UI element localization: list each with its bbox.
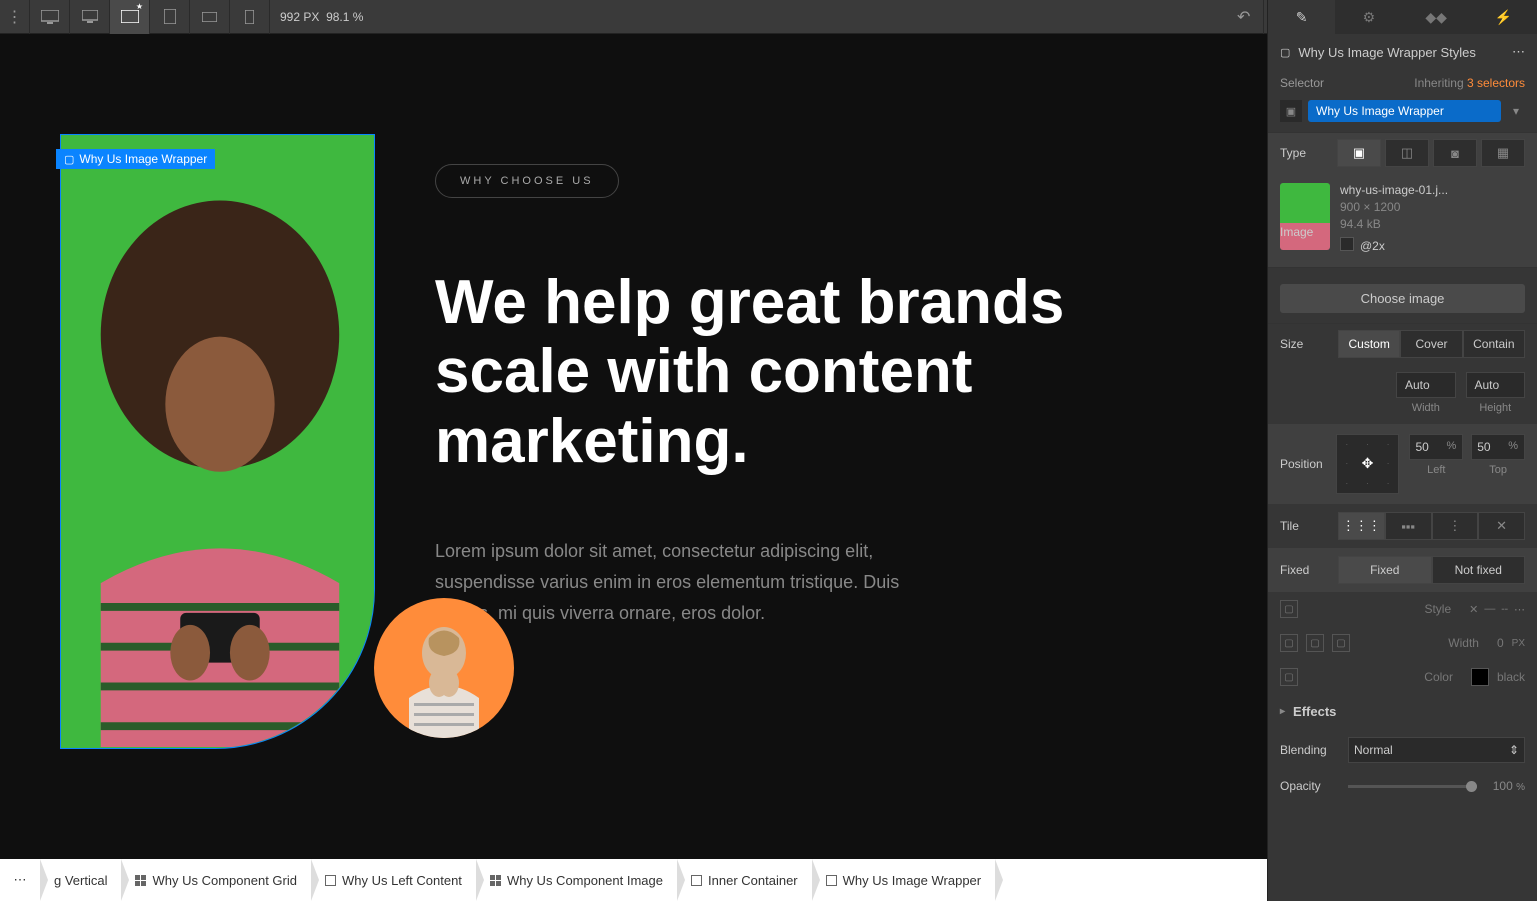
image-preview-row: why-us-image-01.j... 900 × 1200 94.4 kB … (1268, 173, 1537, 267)
style-tab-icon[interactable]: ✎ (1268, 0, 1335, 34)
panel-menu-icon[interactable]: ⋯ (1512, 44, 1525, 60)
border-color-row: ▢ Color black (1268, 660, 1537, 694)
breadcrumb-item[interactable]: g Vertical (40, 859, 121, 901)
breadcrumb: ⋯ g Vertical Why Us Component Grid Why U… (0, 859, 1267, 901)
bg-image-type-button[interactable]: ▣ (1337, 139, 1381, 167)
why-choose-us-badge: WHY CHOOSE US (435, 164, 619, 198)
position-left-input[interactable] (1410, 435, 1440, 459)
person-illustration (61, 135, 374, 748)
tile-none-button[interactable]: ✕ (1478, 512, 1525, 540)
image-filesize: 94.4 kB (1340, 217, 1525, 231)
mobile-portrait-icon[interactable] (230, 0, 270, 34)
panel-tabs: ✎ ⚙ ◆◆ ⚡ (1268, 0, 1537, 34)
size-contain-button[interactable]: Contain (1463, 330, 1525, 358)
breadcrumb-item[interactable]: Why Us Component Image (476, 859, 677, 901)
breadcrumb-item[interactable]: Inner Container (677, 859, 812, 901)
bg-radial-type-button[interactable]: ◙ (1433, 139, 1477, 167)
main-heading: We help great brands scale with content … (435, 268, 1207, 476)
selector-icon: ▣ (1280, 100, 1302, 122)
border-top-icon[interactable]: ▢ (1280, 634, 1298, 652)
breadcrumb-item[interactable]: Why Us Image Wrapper (812, 859, 995, 901)
selector-chip[interactable]: ▣ Why Us Image Wrapper ▾ (1280, 100, 1525, 122)
small-person-illustration (394, 618, 494, 738)
mobile-landscape-icon[interactable] (190, 0, 230, 34)
breadcrumb-item[interactable]: Why Us Left Content (311, 859, 476, 901)
bg-color-type-button[interactable]: ▦ (1481, 139, 1525, 167)
fixed-row: Fixed Fixed Not fixed (1268, 548, 1537, 592)
image-dimensions: 900 × 1200 (1340, 200, 1525, 214)
position-grid[interactable]: ··· ·✥· ··· (1336, 434, 1400, 494)
border-dotted-icon[interactable]: ⋯ (1514, 603, 1525, 616)
effects-tab-icon[interactable]: ⚡ (1470, 0, 1537, 34)
height-input[interactable]: Auto (1466, 372, 1526, 398)
tile-repeat-x-button[interactable]: ▪▪▪ (1385, 512, 1432, 540)
desktop-large-icon[interactable] (30, 0, 70, 34)
tile-repeat-y-button[interactable]: ⋮ (1432, 512, 1479, 540)
settings-tab-icon[interactable]: ⚙ (1335, 0, 1402, 34)
blending-select[interactable]: Normal⇕ (1348, 737, 1525, 763)
border-solid-icon[interactable]: — (1484, 603, 1495, 616)
size-row: Size Custom Cover Contain (1268, 323, 1537, 364)
color-swatch[interactable] (1471, 668, 1489, 686)
undo-icon[interactable]: ↶ (1224, 0, 1264, 34)
blending-row: Blending Normal⇕ (1268, 729, 1537, 771)
tablet-landscape-icon[interactable] (110, 0, 150, 34)
position-top-input[interactable] (1472, 435, 1502, 459)
body-text: Lorem ipsum dolor sit amet, consectetur … (435, 536, 915, 628)
tile-repeat-button[interactable]: ⋮⋮⋮ (1338, 512, 1385, 540)
tablet-portrait-icon[interactable] (150, 0, 190, 34)
text-content: WHY CHOOSE US We help great brands scale… (435, 134, 1207, 749)
bg-linear-type-button[interactable]: ◫ (1385, 139, 1429, 167)
selector-row: Selector Inheriting 3 selectors (1268, 70, 1537, 96)
breadcrumb-item[interactable]: Why Us Component Grid (121, 859, 311, 901)
size-custom-button[interactable]: Custom (1338, 330, 1400, 358)
selected-element-tag[interactable]: Why Us Image Wrapper (56, 149, 215, 169)
canvas-area[interactable]: Why Us Image Wrapper (0, 34, 1267, 859)
style-panel: ✎ ⚙ ◆◆ ⚡ ▢ Why Us Image Wrapper Styles ⋯… (1267, 0, 1537, 901)
image-thumbnail[interactable] (1280, 183, 1330, 250)
border-dashed-icon[interactable]: ╌ (1501, 603, 1508, 616)
position-row: Position ··· ·✥· ··· % Left % Top (1268, 424, 1537, 504)
interactions-tab-icon[interactable]: ◆◆ (1403, 0, 1470, 34)
opacity-row: Opacity 100 % (1268, 771, 1537, 801)
border-none-icon[interactable]: ✕ (1469, 603, 1478, 616)
width-input[interactable]: Auto (1396, 372, 1456, 398)
size-cover-button[interactable]: Cover (1400, 330, 1462, 358)
retina-checkbox[interactable] (1340, 237, 1354, 251)
selector-dropdown-icon[interactable]: ▾ (1507, 104, 1525, 118)
border-all-icon[interactable]: ▢ (1280, 668, 1298, 686)
border-bottom-icon[interactable]: ▢ (1332, 634, 1350, 652)
hero-image (61, 135, 374, 748)
opacity-slider[interactable] (1348, 785, 1477, 788)
viewport-width-display: 992 PX 98.1 % (270, 10, 373, 24)
desktop-icon[interactable] (70, 0, 110, 34)
border-width-row: ▢ ▢ ▢ Width 0 PX (1268, 626, 1537, 660)
toolbar-more-icon[interactable]: ⋮ (0, 0, 30, 34)
type-row: Type ▣ ◫ ◙ ▦ (1268, 132, 1537, 173)
panel-header: ▢ Why Us Image Wrapper Styles ⋯ (1268, 34, 1537, 70)
border-right-icon[interactable]: ▢ (1306, 634, 1324, 652)
border-edge-icon[interactable]: ▢ (1280, 600, 1298, 618)
border-style-row: ▢ Style ✕ — ╌ ⋯ (1268, 592, 1537, 626)
why-us-image-wrapper[interactable] (60, 134, 375, 749)
tile-row: Tile ⋮⋮⋮ ▪▪▪ ⋮ ✕ (1268, 504, 1537, 548)
breadcrumb-more[interactable]: ⋯ (0, 859, 40, 901)
effects-section-header[interactable]: Effects (1268, 694, 1537, 729)
not-fixed-button[interactable]: Not fixed (1432, 556, 1526, 584)
secondary-image-circle (374, 598, 514, 738)
fixed-button[interactable]: Fixed (1338, 556, 1432, 584)
panel-title: Why Us Image Wrapper Styles (1298, 45, 1475, 60)
choose-image-button[interactable]: Choose image (1280, 284, 1525, 313)
image-filename: why-us-image-01.j... (1340, 183, 1525, 197)
